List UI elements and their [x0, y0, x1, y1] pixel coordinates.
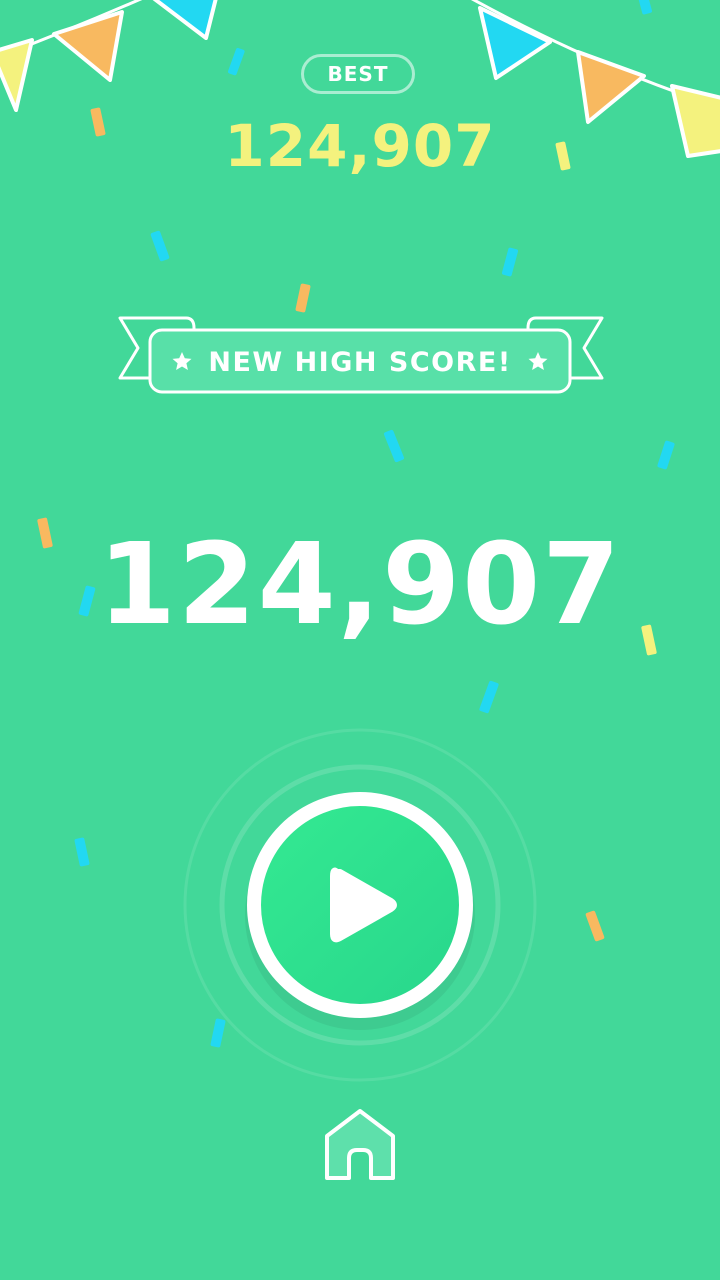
pennant-orange	[52, 10, 124, 82]
play-icon	[247, 792, 473, 1018]
current-score: 124,907	[97, 520, 623, 650]
home-icon	[325, 1109, 395, 1180]
play-button[interactable]	[245, 790, 475, 1020]
best-score: 124,907	[224, 112, 496, 180]
best-label: BEST	[301, 54, 415, 94]
bunting-left	[0, 0, 218, 112]
new-high-score-text: NEW HIGH SCORE!	[208, 346, 512, 378]
pennant-cyan	[152, 0, 218, 40]
pennant-yellow	[0, 38, 34, 112]
pennant-cyan	[478, 6, 552, 80]
home-button[interactable]	[323, 1108, 397, 1182]
